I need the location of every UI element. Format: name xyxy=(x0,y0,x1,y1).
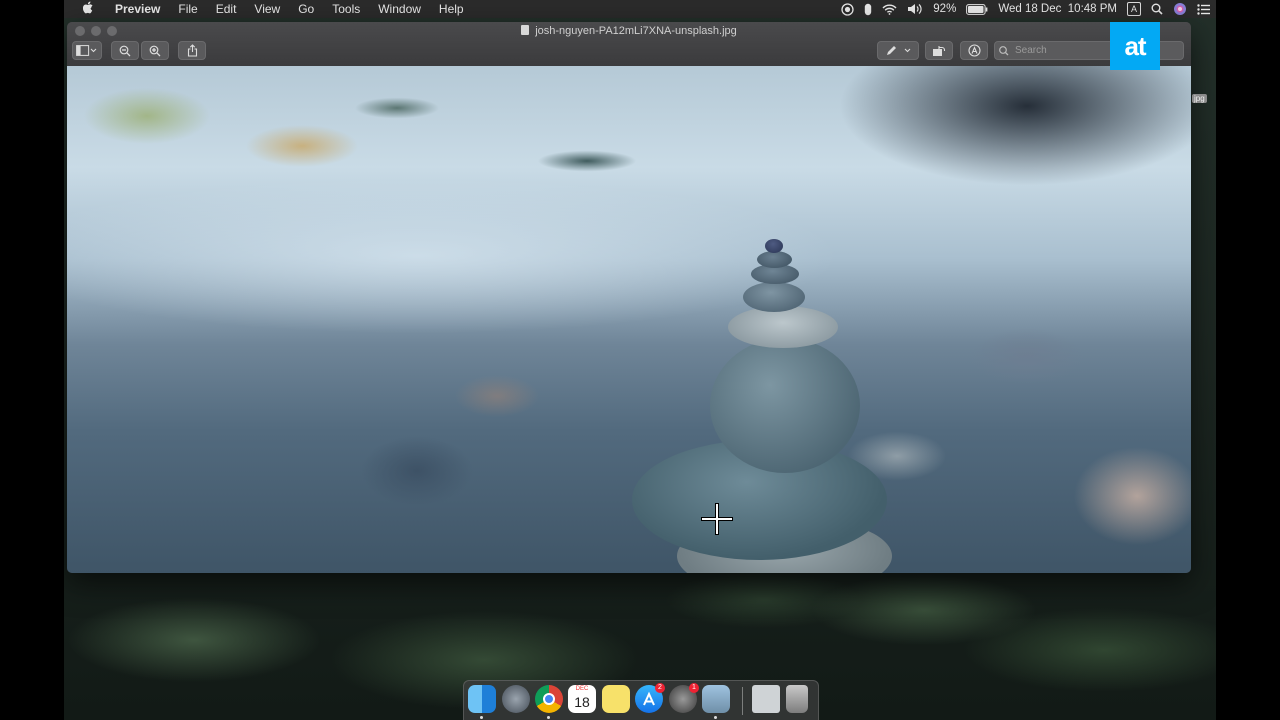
record-icon[interactable] xyxy=(841,2,854,16)
menu-app-preview[interactable]: Preview xyxy=(106,0,169,18)
stone xyxy=(765,239,783,253)
rotate-button[interactable] xyxy=(925,41,953,60)
share-button[interactable] xyxy=(178,41,206,60)
running-indicator xyxy=(480,716,483,719)
apple-menu-icon[interactable] xyxy=(80,1,96,17)
markup-toolbar-button[interactable] xyxy=(960,41,988,60)
screenshot-stack-icon[interactable] xyxy=(752,685,780,713)
notification-center-icon[interactable] xyxy=(1197,3,1210,15)
document-icon xyxy=(521,25,530,35)
dock-separator xyxy=(742,687,743,715)
menu-bar: Preview File Edit View Go Tools Window H… xyxy=(64,0,1216,18)
battery-percent[interactable]: 92% xyxy=(933,3,956,15)
menu-edit[interactable]: Edit xyxy=(207,0,246,18)
preview-app-icon[interactable] xyxy=(702,685,730,713)
document-title: josh-nguyen-PA12mLi7XNA-unsplash.jpg xyxy=(67,25,1191,37)
menubar-clock[interactable]: Wed 18 Dec 10:48 PM xyxy=(998,3,1117,15)
battery-icon[interactable] xyxy=(966,3,988,15)
notes-icon[interactable] xyxy=(602,685,630,713)
zoom-out-button[interactable] xyxy=(111,41,139,60)
menu-tools[interactable]: Tools xyxy=(323,0,369,18)
menu-help[interactable]: Help xyxy=(430,0,473,18)
mouse-icon[interactable] xyxy=(864,3,872,16)
document-title-text: josh-nguyen-PA12mLi7XNA-unsplash.jpg xyxy=(535,25,737,37)
markup-pen-button[interactable] xyxy=(877,41,919,60)
menu-file[interactable]: File xyxy=(169,0,206,18)
zoom-in-button[interactable] xyxy=(141,41,169,60)
preview-window: josh-nguyen-PA12mLi7XNA-unsplash.jpg xyxy=(67,22,1191,573)
crosshair-cursor-icon xyxy=(701,503,733,535)
calendar-icon[interactable]: DEC 18 xyxy=(568,685,596,713)
chrome-icon[interactable] xyxy=(535,685,563,713)
sidebar-toggle-button[interactable] xyxy=(72,41,102,60)
brand-logo-text: at xyxy=(1124,30,1146,61)
desktop-file-icon[interactable]: jpg xyxy=(1192,82,1212,108)
zoom-out-icon xyxy=(119,45,131,56)
calendar-month: DEC xyxy=(575,686,589,692)
search-icon xyxy=(999,46,1009,56)
trash-icon[interactable] xyxy=(786,685,808,713)
rotate-icon xyxy=(933,45,946,56)
stone xyxy=(728,306,838,348)
sidebar-icon xyxy=(76,45,97,56)
siri-icon[interactable] xyxy=(1173,2,1187,16)
spotlight-search-icon[interactable] xyxy=(1151,3,1163,15)
pen-icon xyxy=(887,46,911,55)
desktop-file-label: jpg xyxy=(1192,94,1207,103)
zoom-in-icon xyxy=(149,45,161,56)
share-icon xyxy=(187,44,197,57)
stone xyxy=(743,282,805,312)
running-indicator xyxy=(714,716,717,719)
launchpad-icon[interactable] xyxy=(502,685,530,713)
app-store-badge: 2 xyxy=(655,683,665,693)
finder-icon[interactable] xyxy=(468,685,496,713)
calendar-day: 18 xyxy=(574,694,590,710)
desktop: Preview File Edit View Go Tools Window H… xyxy=(64,0,1216,720)
menu-view[interactable]: View xyxy=(245,0,289,18)
running-indicator xyxy=(547,716,550,719)
menu-go[interactable]: Go xyxy=(289,0,323,18)
stone xyxy=(757,251,792,268)
menu-window[interactable]: Window xyxy=(369,0,430,18)
wifi-icon[interactable] xyxy=(882,4,897,15)
dock: DEC 18 2 1 xyxy=(463,680,819,720)
input-source-icon[interactable]: A xyxy=(1127,2,1141,16)
status-area: 92% Wed 18 Dec 10:48 PM A xyxy=(841,0,1210,18)
stone xyxy=(710,338,860,473)
system-preferences-badge: 1 xyxy=(689,683,699,693)
markup-icon xyxy=(967,44,981,57)
window-titlebar[interactable]: josh-nguyen-PA12mLi7XNA-unsplash.jpg xyxy=(67,22,1191,67)
volume-icon[interactable] xyxy=(907,3,923,15)
brand-logo: at xyxy=(1110,22,1160,70)
image-canvas[interactable] xyxy=(67,66,1191,573)
